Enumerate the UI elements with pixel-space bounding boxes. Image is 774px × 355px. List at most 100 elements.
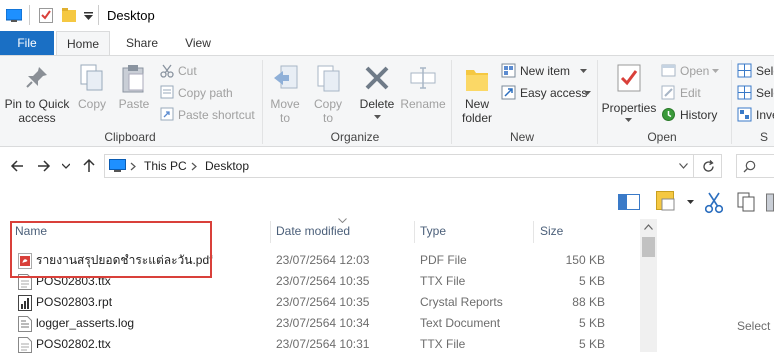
rename-button[interactable]: Rename bbox=[400, 60, 446, 128]
copy-to-label-2: to bbox=[322, 111, 333, 125]
new-folder-quick-icon[interactable] bbox=[62, 8, 76, 22]
new-item-dropdown-icon bbox=[580, 69, 587, 74]
scroll-up-arrow-icon[interactable] bbox=[644, 224, 653, 230]
easy-access-button[interactable]: Easy access bbox=[500, 84, 592, 102]
copy-to-icon bbox=[316, 64, 342, 94]
file-size: 5 KB bbox=[578, 274, 605, 288]
new-item-button[interactable]: New item bbox=[500, 62, 592, 80]
scroll-thumb[interactable] bbox=[642, 237, 655, 257]
new-item-label: New item bbox=[520, 64, 571, 78]
select-group-label: S bbox=[759, 130, 768, 144]
column-header-date[interactable]: Date modified bbox=[276, 219, 406, 244]
preview-pane-text: Select a bbox=[737, 319, 774, 333]
delete-button[interactable]: Delete bbox=[356, 60, 398, 128]
move-to-button[interactable]: Move to bbox=[266, 60, 304, 128]
pin-to-quick-access-button[interactable]: Pin to Quick access bbox=[2, 60, 72, 128]
history-button[interactable]: History bbox=[660, 106, 730, 124]
forward-arrow-icon[interactable] bbox=[37, 159, 51, 173]
layout-dropdown-icon[interactable] bbox=[687, 200, 694, 205]
rename-icon bbox=[410, 66, 436, 90]
file-date: 23/07/2564 12:03 bbox=[276, 253, 370, 267]
breadcrumb-this-pc[interactable]: This PC bbox=[144, 159, 187, 173]
properties-button[interactable]: Properties bbox=[600, 60, 658, 128]
column-divider[interactable] bbox=[533, 221, 534, 243]
copy-quick-icon[interactable] bbox=[737, 192, 755, 212]
breadcrumb-chevron-icon[interactable] bbox=[130, 162, 136, 171]
column-header-size[interactable]: Size bbox=[540, 219, 620, 244]
history-icon bbox=[661, 107, 676, 122]
pin-icon bbox=[26, 66, 48, 88]
tab-home[interactable]: Home bbox=[56, 31, 110, 55]
select-all-button[interactable]: Sele bbox=[736, 62, 774, 80]
copy-button[interactable]: Copy bbox=[74, 60, 110, 128]
column-divider[interactable] bbox=[270, 221, 271, 243]
up-arrow-icon[interactable] bbox=[82, 158, 96, 173]
paste-label: Paste bbox=[118, 97, 150, 111]
open-icon bbox=[661, 63, 676, 78]
copy-to-button[interactable]: Copy to bbox=[308, 60, 348, 128]
easy-access-label: Easy access bbox=[520, 86, 588, 100]
copy-path-label: Copy path bbox=[178, 86, 233, 100]
new-group-label: New bbox=[509, 130, 534, 144]
file-name: logger_asserts.log bbox=[36, 316, 135, 330]
new-folder-button[interactable]: New folder bbox=[456, 60, 498, 128]
file-row[interactable]: logger_asserts.log 23/07/2564 10:34 Text… bbox=[0, 313, 640, 334]
breadcrumb-chevron-icon[interactable] bbox=[191, 162, 197, 171]
properties-quick-icon[interactable] bbox=[39, 8, 53, 23]
delete-x-icon bbox=[365, 66, 389, 90]
window-title: Desktop bbox=[107, 8, 155, 23]
paste-button[interactable]: Paste bbox=[114, 60, 154, 128]
clipboard-group-label: Clipboard bbox=[104, 130, 156, 144]
back-arrow-icon[interactable] bbox=[10, 159, 24, 173]
pin-label-1: Pin to Quick bbox=[4, 97, 70, 111]
open-group-label: Open bbox=[647, 130, 677, 144]
history-label: History bbox=[680, 108, 718, 122]
refresh-icon[interactable] bbox=[702, 160, 715, 173]
file-type: PDF File bbox=[420, 253, 467, 267]
column-header-type[interactable]: Type bbox=[420, 219, 530, 244]
vertical-scrollbar[interactable] bbox=[640, 219, 657, 352]
file-row[interactable]: POS02803.rpt 23/07/2564 10:35 Crystal Re… bbox=[0, 292, 640, 313]
address-bar[interactable]: This PC Desktop bbox=[104, 154, 722, 178]
copy-path-button[interactable]: Copy path bbox=[158, 84, 258, 102]
paste-shortcut-button[interactable]: Paste shortcut bbox=[158, 106, 258, 124]
cut-quick-icon[interactable] bbox=[705, 192, 723, 214]
search-box[interactable] bbox=[736, 154, 774, 178]
breadcrumb-desktop[interactable]: Desktop bbox=[205, 159, 249, 173]
select-none-label: Sele bbox=[756, 86, 774, 100]
title-bar: Desktop bbox=[0, 0, 774, 31]
invert-selection-button[interactable]: Inve bbox=[736, 106, 774, 124]
file-size: 150 KB bbox=[565, 253, 605, 267]
edit-button[interactable]: Edit bbox=[660, 84, 730, 102]
organize-group-label: Organize bbox=[330, 130, 380, 144]
quick-access-dropdown-icon[interactable] bbox=[84, 12, 93, 20]
tab-share[interactable]: Share bbox=[116, 31, 168, 55]
tab-file[interactable]: File bbox=[0, 31, 54, 55]
ribbon: Pin to Quick access Copy Paste Cut Copy … bbox=[0, 55, 774, 147]
paste-quick-icon[interactable] bbox=[766, 192, 774, 212]
new-folder-label-1: New bbox=[464, 97, 489, 111]
move-to-label-2: to bbox=[279, 111, 290, 125]
rename-label: Rename bbox=[400, 97, 446, 111]
move-to-label-1: Move bbox=[270, 97, 300, 111]
new-item-icon bbox=[501, 63, 516, 78]
cut-button[interactable]: Cut bbox=[158, 62, 258, 80]
open-dropdown-icon bbox=[712, 69, 719, 74]
recent-locations-chevron-icon[interactable] bbox=[62, 163, 70, 169]
invert-selection-label: Inve bbox=[756, 108, 774, 122]
tab-view[interactable]: View bbox=[172, 31, 224, 55]
properties-label: Properties bbox=[601, 101, 657, 115]
edit-label: Edit bbox=[680, 86, 701, 100]
pin-label-2: access bbox=[18, 111, 56, 125]
column-divider[interactable] bbox=[414, 221, 415, 243]
file-name: POS02803.rpt bbox=[36, 295, 113, 309]
open-button[interactable]: Open bbox=[660, 62, 730, 80]
select-none-button[interactable]: Sele bbox=[736, 84, 774, 102]
address-history-chevron-icon[interactable] bbox=[679, 163, 688, 169]
secondary-toolbar bbox=[0, 187, 774, 219]
layout-options-icon[interactable] bbox=[656, 191, 678, 213]
preview-pane-icon[interactable] bbox=[618, 194, 640, 210]
paste-shortcut-label: Paste shortcut bbox=[178, 108, 255, 122]
scissors-icon bbox=[160, 64, 174, 78]
paste-icon bbox=[121, 64, 147, 94]
